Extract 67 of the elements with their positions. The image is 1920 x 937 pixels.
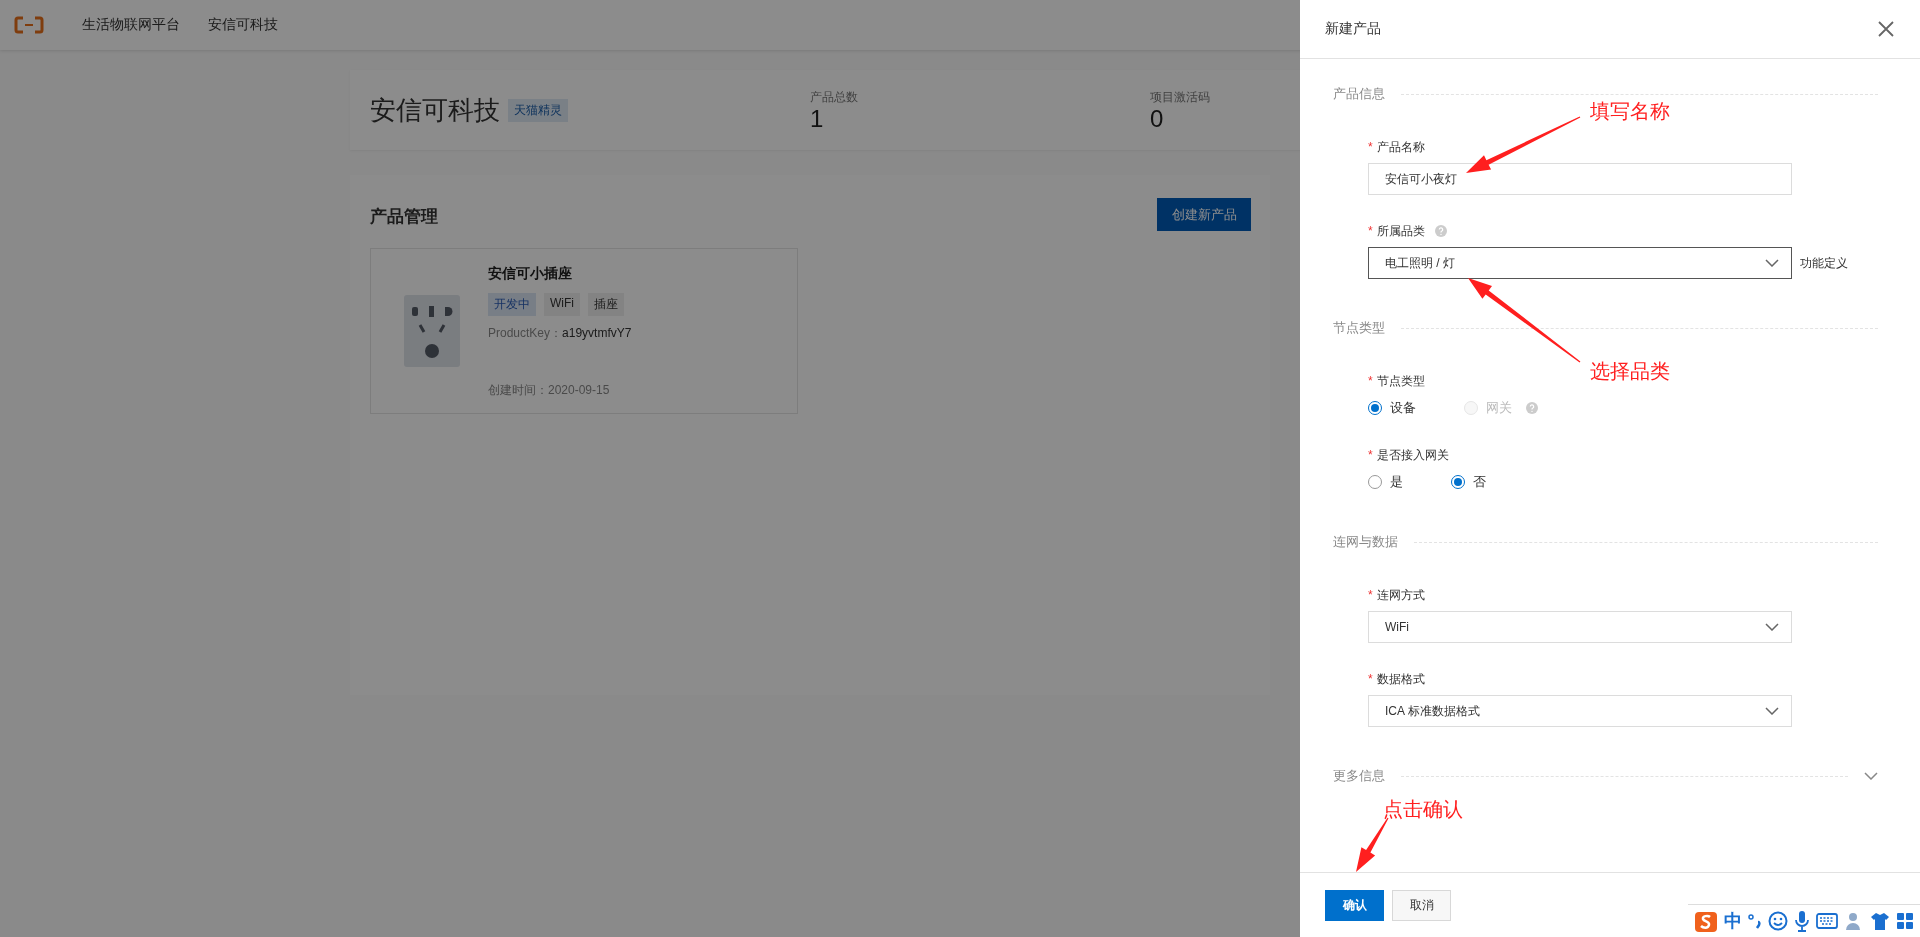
required-mark: * xyxy=(1368,140,1373,154)
logo-icon[interactable] xyxy=(14,16,44,34)
radio-button[interactable] xyxy=(1368,475,1382,489)
created-date: 创建时间：2020-09-15 xyxy=(488,382,611,399)
radio-button[interactable] xyxy=(1451,475,1465,489)
ime-logo-icon[interactable] xyxy=(1694,909,1718,933)
field-label: 节点类型 xyxy=(1376,372,1425,390)
stat-label: 项目激活码 xyxy=(1150,88,1210,106)
product-key: ProductKey：a19yvtmfvY7 xyxy=(488,325,632,342)
stat-label: 产品总数 xyxy=(810,88,858,106)
product-tag: WiFi xyxy=(544,293,580,316)
panel-title: 产品管理 xyxy=(370,206,438,228)
radio-label: 设备 xyxy=(1390,399,1416,417)
close-icon[interactable] xyxy=(1877,20,1895,38)
drawer-title: 新建产品 xyxy=(1325,20,1381,38)
required-mark: * xyxy=(1368,224,1373,238)
field-label: 产品名称 xyxy=(1376,138,1425,156)
grid-icon[interactable] xyxy=(1896,912,1914,930)
field-label: 是否接入网关 xyxy=(1376,446,1449,464)
annotation-text: 填写名称 xyxy=(1590,99,1670,124)
stat-value: 1 xyxy=(810,105,824,132)
select-field[interactable]: ICA 标准数据格式 xyxy=(1368,695,1792,727)
product-tag: 插座 xyxy=(588,293,624,316)
ime-mode[interactable]: 中 xyxy=(1724,909,1742,933)
annotation-text: 点击确认 xyxy=(1383,797,1463,822)
radio-label: 是 xyxy=(1390,473,1403,491)
section-title: 产品信息 xyxy=(1333,85,1385,103)
company-name: 安信可科技 xyxy=(370,93,500,127)
field-label: 所属品类 xyxy=(1376,222,1425,240)
annotation-text: 选择品类 xyxy=(1590,359,1670,384)
select-field[interactable]: WiFi xyxy=(1368,611,1792,643)
product-tag: 开发中 xyxy=(488,293,536,316)
text-input[interactable]: 安信可小夜灯 xyxy=(1368,163,1792,195)
radio-label: 网关 xyxy=(1486,399,1512,417)
cancel-button[interactable]: 取消 xyxy=(1392,889,1451,921)
platform-tag: 天猫精灵 xyxy=(508,98,568,122)
required-mark: * xyxy=(1368,448,1373,462)
chevron-down-icon xyxy=(1765,623,1779,631)
field-label: 连网方式 xyxy=(1376,586,1425,604)
radio-label: 否 xyxy=(1473,473,1486,491)
chevron-down-icon xyxy=(1765,707,1779,715)
required-mark: * xyxy=(1368,374,1373,388)
section-title: 更多信息 xyxy=(1333,767,1385,785)
suffix-label: 功能定义 xyxy=(1800,254,1848,272)
section-title: 节点类型 xyxy=(1333,319,1385,337)
required-mark: * xyxy=(1368,588,1373,602)
section-title: 连网与数据 xyxy=(1333,533,1398,551)
chevron-down-icon[interactable] xyxy=(1864,772,1878,780)
create-product-button[interactable]: 创建新产品 xyxy=(1157,198,1251,231)
punctuation-icon[interactable] xyxy=(1748,911,1762,931)
nav-link[interactable]: 生活物联网平台 xyxy=(82,16,180,34)
annotation-arrow xyxy=(1356,817,1389,872)
stat-value: 0 xyxy=(1150,105,1164,132)
microphone-icon[interactable] xyxy=(1794,910,1810,932)
radio-button[interactable] xyxy=(1368,401,1382,415)
shirt-icon[interactable] xyxy=(1870,911,1890,931)
product-name: 安信可小插座 xyxy=(488,265,573,283)
nav-link[interactable]: 安信可科技 xyxy=(208,16,278,34)
required-mark: * xyxy=(1368,672,1373,686)
confirm-button[interactable]: 确认 xyxy=(1325,889,1384,921)
socket-drawing xyxy=(404,295,460,367)
product-card[interactable]: 安信可小插座 开发中 WiFi 插座 ProductKey：a19yvtmfvY7 创建时间：2020-09-15 xyxy=(370,248,798,414)
smiley-icon[interactable] xyxy=(1768,911,1788,931)
keyboard-icon[interactable] xyxy=(1816,913,1838,929)
chevron-down-icon xyxy=(1765,259,1779,267)
select-field[interactable]: 电工照明 / 灯 xyxy=(1368,247,1792,279)
field-label: 数据格式 xyxy=(1376,670,1425,688)
